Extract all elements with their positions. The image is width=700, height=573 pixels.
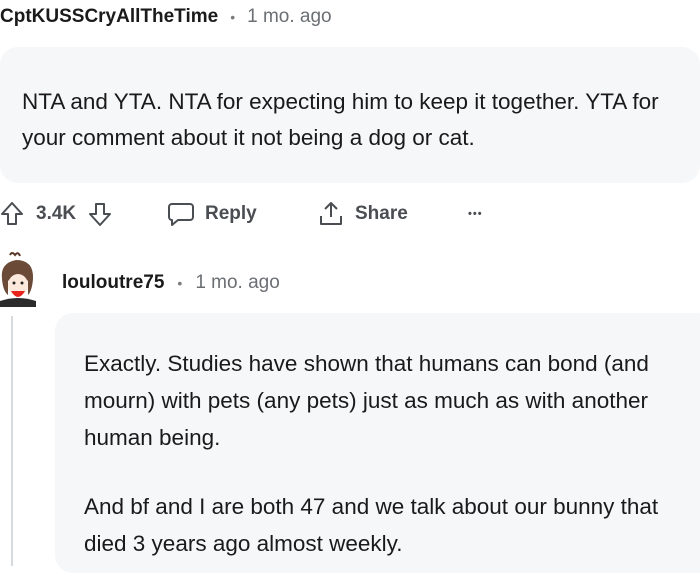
avatar[interactable] xyxy=(0,251,36,307)
comment-timestamp[interactable]: 1 mo. ago xyxy=(247,6,332,28)
more-icon: ••• xyxy=(468,208,483,220)
reply-button[interactable]: Reply xyxy=(167,195,257,233)
share-button[interactable]: Share xyxy=(317,195,408,233)
meta-separator: • xyxy=(177,275,183,291)
meta-separator: • xyxy=(230,9,236,25)
share-icon xyxy=(320,202,342,225)
reply-label: Reply xyxy=(205,203,257,224)
share-label: Share xyxy=(355,203,408,224)
reply-paragraph: And bf and I are both 47 and we talk abo… xyxy=(84,494,659,556)
thread-line[interactable] xyxy=(11,316,13,566)
comment-header: CptKUSSCryAllTheTime • 1 mo. ago xyxy=(0,5,332,29)
vote-group: 3.4K xyxy=(0,195,112,233)
downvote-button[interactable] xyxy=(88,201,112,227)
speech-bubble-icon xyxy=(168,203,194,226)
reply-author[interactable]: louloutre75 xyxy=(62,272,164,294)
reply-header: louloutre75 • 1 mo. ago xyxy=(62,270,280,296)
upvote-button[interactable] xyxy=(0,201,24,227)
comment-action-bar: 3.4K Reply Share ••• xyxy=(0,195,700,233)
reply-paragraph: Exactly. Studies have shown that humans … xyxy=(84,351,649,450)
arrow-up-icon xyxy=(1,202,23,225)
comment-body-bubble: NTA and YTA. NTA for expecting him to ke… xyxy=(0,47,700,183)
vote-score: 3.4K xyxy=(36,203,77,224)
comment-body: NTA and YTA. NTA for expecting him to ke… xyxy=(22,89,659,150)
cartoon-avatar-icon xyxy=(0,252,36,307)
reply-timestamp[interactable]: 1 mo. ago xyxy=(195,272,280,294)
reply-body-bubble: Exactly. Studies have shown that humans … xyxy=(55,313,700,573)
more-options-button[interactable]: ••• xyxy=(468,195,483,233)
comment-author[interactable]: CptKUSSCryAllTheTime xyxy=(0,6,218,28)
arrow-down-icon xyxy=(89,203,112,226)
